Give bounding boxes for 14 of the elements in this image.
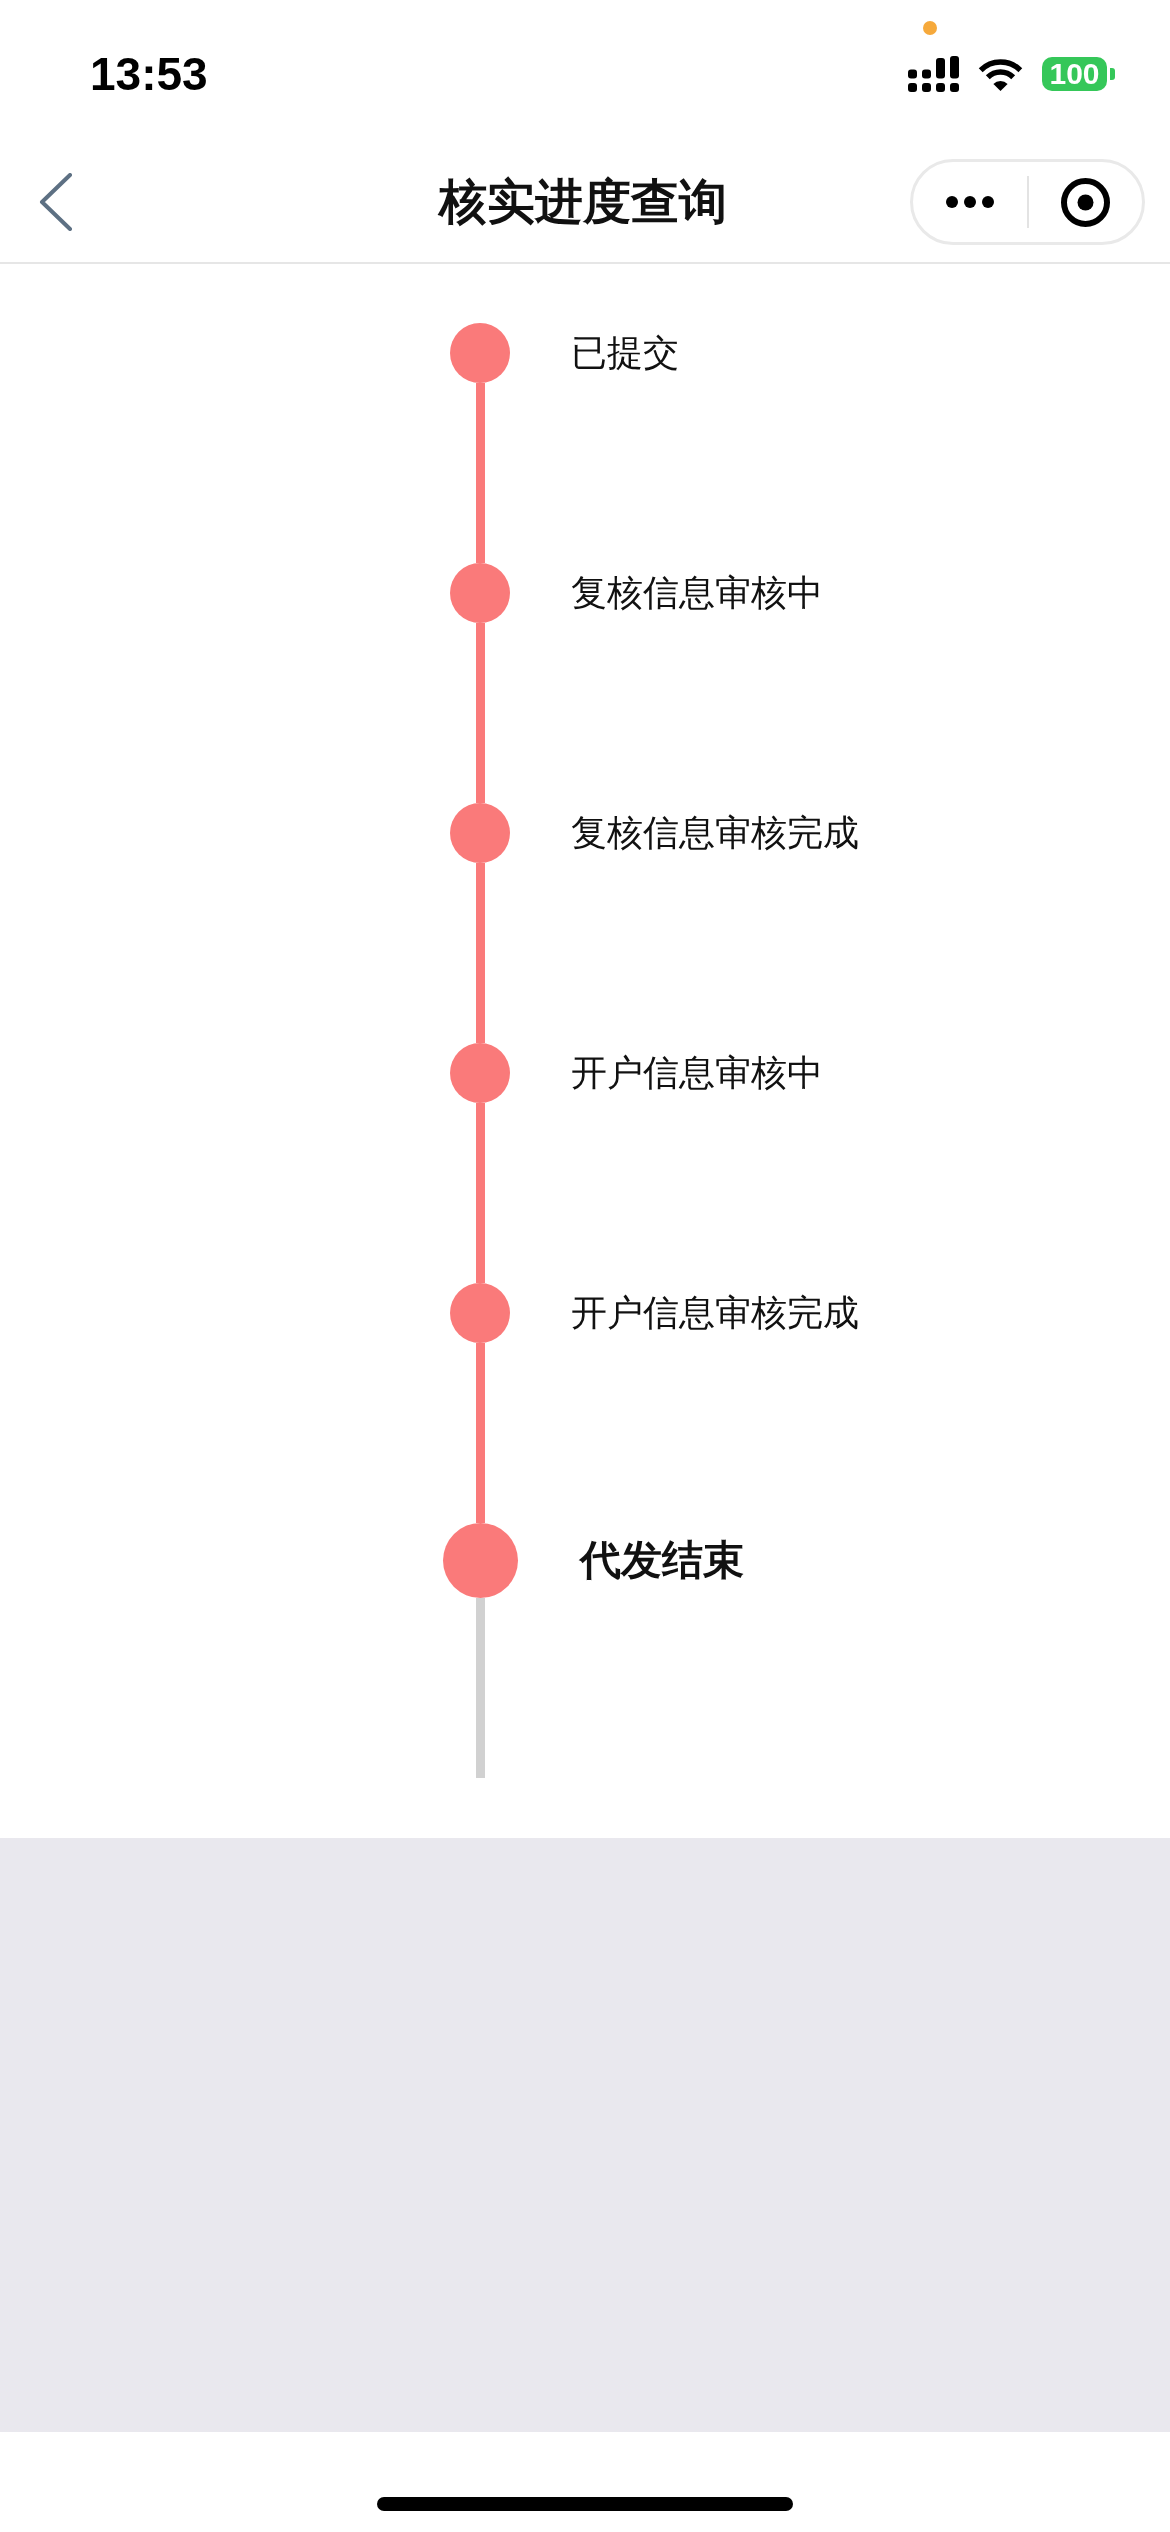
step-label: 已提交 [571,331,679,375]
status-time: 13:53 [90,51,208,97]
more-icon [945,196,994,208]
step-label: 复核信息审核完成 [571,811,859,855]
signal-icon [908,56,959,92]
step-label: 复核信息审核中 [571,571,823,615]
indicator-dot-icon [923,21,937,35]
back-icon [39,173,73,231]
step-label: 开户信息审核中 [571,1051,823,1095]
ring-dot-icon [1060,177,1110,227]
page-title: 核实进度查询 [439,173,727,231]
step-label: 开户信息审核完成 [571,1291,859,1335]
step-label: 代发结束 [580,1535,744,1586]
wifi-icon [976,56,1025,92]
